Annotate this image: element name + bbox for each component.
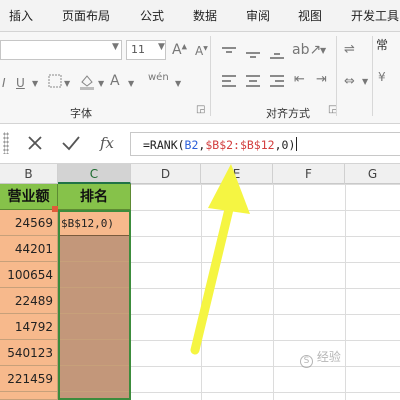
align-center-icon[interactable] [246,74,260,88]
revenue-cell[interactable]: 24569 [0,210,58,236]
column-headers: B C D E F G [0,164,400,184]
grid-line [273,184,274,400]
ribbon-separator [372,36,373,116]
chevron-down-icon[interactable]: ▼ [362,77,368,86]
fill-color-icon[interactable] [78,72,96,93]
menu-bar: 插入 页面布局 公式 数据 审阅 视图 开发工具 [0,0,400,32]
rank-cell[interactable] [58,314,131,340]
rank-cell[interactable] [58,392,131,400]
italic-icon[interactable]: I [2,76,6,90]
font-size-value: 11 [131,43,145,56]
watermark-text: 经验 [316,350,341,364]
ribbon-separator [336,36,337,116]
tab-view[interactable]: 视图 [298,7,322,24]
formula-input[interactable]: =RANK(B2,$B$2:$B$12,0) [130,132,400,156]
tab-formulas[interactable]: 公式 [140,7,164,24]
formula-prefix: =RANK( [143,138,185,152]
insert-function-button[interactable]: fx [94,130,120,156]
borders-icon[interactable] [48,74,62,91]
currency-icon[interactable]: ¥ [378,70,386,84]
formula-ref-cell: B2 [184,138,199,152]
formula-bar-grip[interactable] [3,132,9,154]
phonetic-icon[interactable]: wén [148,72,169,83]
dialog-launcher-icon[interactable]: ◲ [196,104,205,115]
column-header-b[interactable]: B [0,164,58,184]
font-color-icon[interactable]: A [110,73,120,89]
align-left-icon[interactable] [222,74,236,88]
rank-cell[interactable] [58,236,131,262]
align-top-icon[interactable] [222,46,236,60]
chevron-down-icon[interactable]: ▼ [175,79,181,88]
chevron-down-icon[interactable]: ▼ [32,79,38,88]
align-middle-icon[interactable] [246,46,260,60]
chevron-down-icon[interactable]: ▼ [128,79,134,88]
merge-center-icon[interactable]: ⇔ [344,74,355,89]
tab-review[interactable]: 审阅 [246,7,270,24]
shrink-font-icon[interactable]: A▼ [195,44,208,58]
header-cell-revenue[interactable]: 营业额 [0,184,58,210]
rank-cell[interactable] [58,366,131,392]
ribbon: ▼ 11 ▼ A▲ A▼ I U ▼ ▼ ▼ A ▼ wén ▼ 字体 ◲ ab… [0,32,400,124]
ribbon-separator [210,36,211,116]
check-icon[interactable] [58,130,84,156]
watermark: S 经验 [300,348,341,368]
revenue-cell[interactable]: 221459 [0,366,58,392]
chevron-down-icon[interactable]: ▼ [112,42,119,52]
chevron-down-icon[interactable]: ▼ [98,79,104,88]
orientation-icon[interactable]: ab↗ [292,42,321,58]
column-header-d[interactable]: D [131,164,201,184]
tab-insert[interactable]: 插入 [9,7,33,24]
grid-line [345,184,346,400]
tab-developer[interactable]: 开发工具 [351,7,399,24]
alignment-group-label: 对齐方式 [266,107,310,120]
header-cell-rank[interactable]: 排名 [58,184,131,210]
number-format-label[interactable]: 常 [376,36,388,53]
rank-cell[interactable] [58,262,131,288]
decrease-indent-icon[interactable]: ⇤ [294,72,305,87]
chevron-down-icon[interactable]: ▼ [158,42,165,52]
align-right-icon[interactable] [270,74,284,88]
revenue-cell[interactable]: 22489 [0,288,58,314]
revenue-cell[interactable]: 100654 [0,262,58,288]
chevron-down-icon[interactable]: ▼ [64,79,70,88]
font-name-box[interactable] [0,40,122,60]
grow-font-icon[interactable]: A▲ [172,42,187,58]
rank-cell[interactable] [58,340,131,366]
revenue-cell[interactable]: 44201 [0,236,58,262]
revenue-cell[interactable]: 14792 [0,314,58,340]
formula-bar: fx =RANK(B2,$B$2:$B$12,0) [0,124,400,164]
text-caret [296,137,298,151]
rank-cell[interactable] [58,288,131,314]
underline-icon[interactable]: U [16,76,25,90]
wrap-text-icon[interactable]: ⇌ [344,42,355,57]
font-group-label: 字体 [70,107,92,120]
increase-indent-icon[interactable]: ⇥ [316,72,327,87]
grid-line [201,184,202,400]
close-icon[interactable] [22,130,48,156]
tab-data[interactable]: 数据 [193,7,217,24]
align-bottom-icon[interactable] [270,46,284,60]
chevron-down-icon[interactable]: ▼ [320,46,326,55]
revenue-cell[interactable]: 540123 [0,340,58,366]
tab-page-layout[interactable]: 页面布局 [62,7,110,24]
rank-cell-editing[interactable]: $B$12,0) [58,210,131,236]
column-header-c[interactable]: C [58,164,131,184]
formula-suffix: ,0) [274,138,296,152]
formula-ref-range: $B$2:$B$12 [205,138,275,152]
reference-marker [52,206,58,212]
column-header-g[interactable]: G [345,164,400,184]
watermark-logo-icon: S [300,355,313,368]
column-header-f[interactable]: F [273,164,345,184]
revenue-cell[interactable] [0,392,58,400]
column-header-e[interactable]: E [201,164,273,184]
